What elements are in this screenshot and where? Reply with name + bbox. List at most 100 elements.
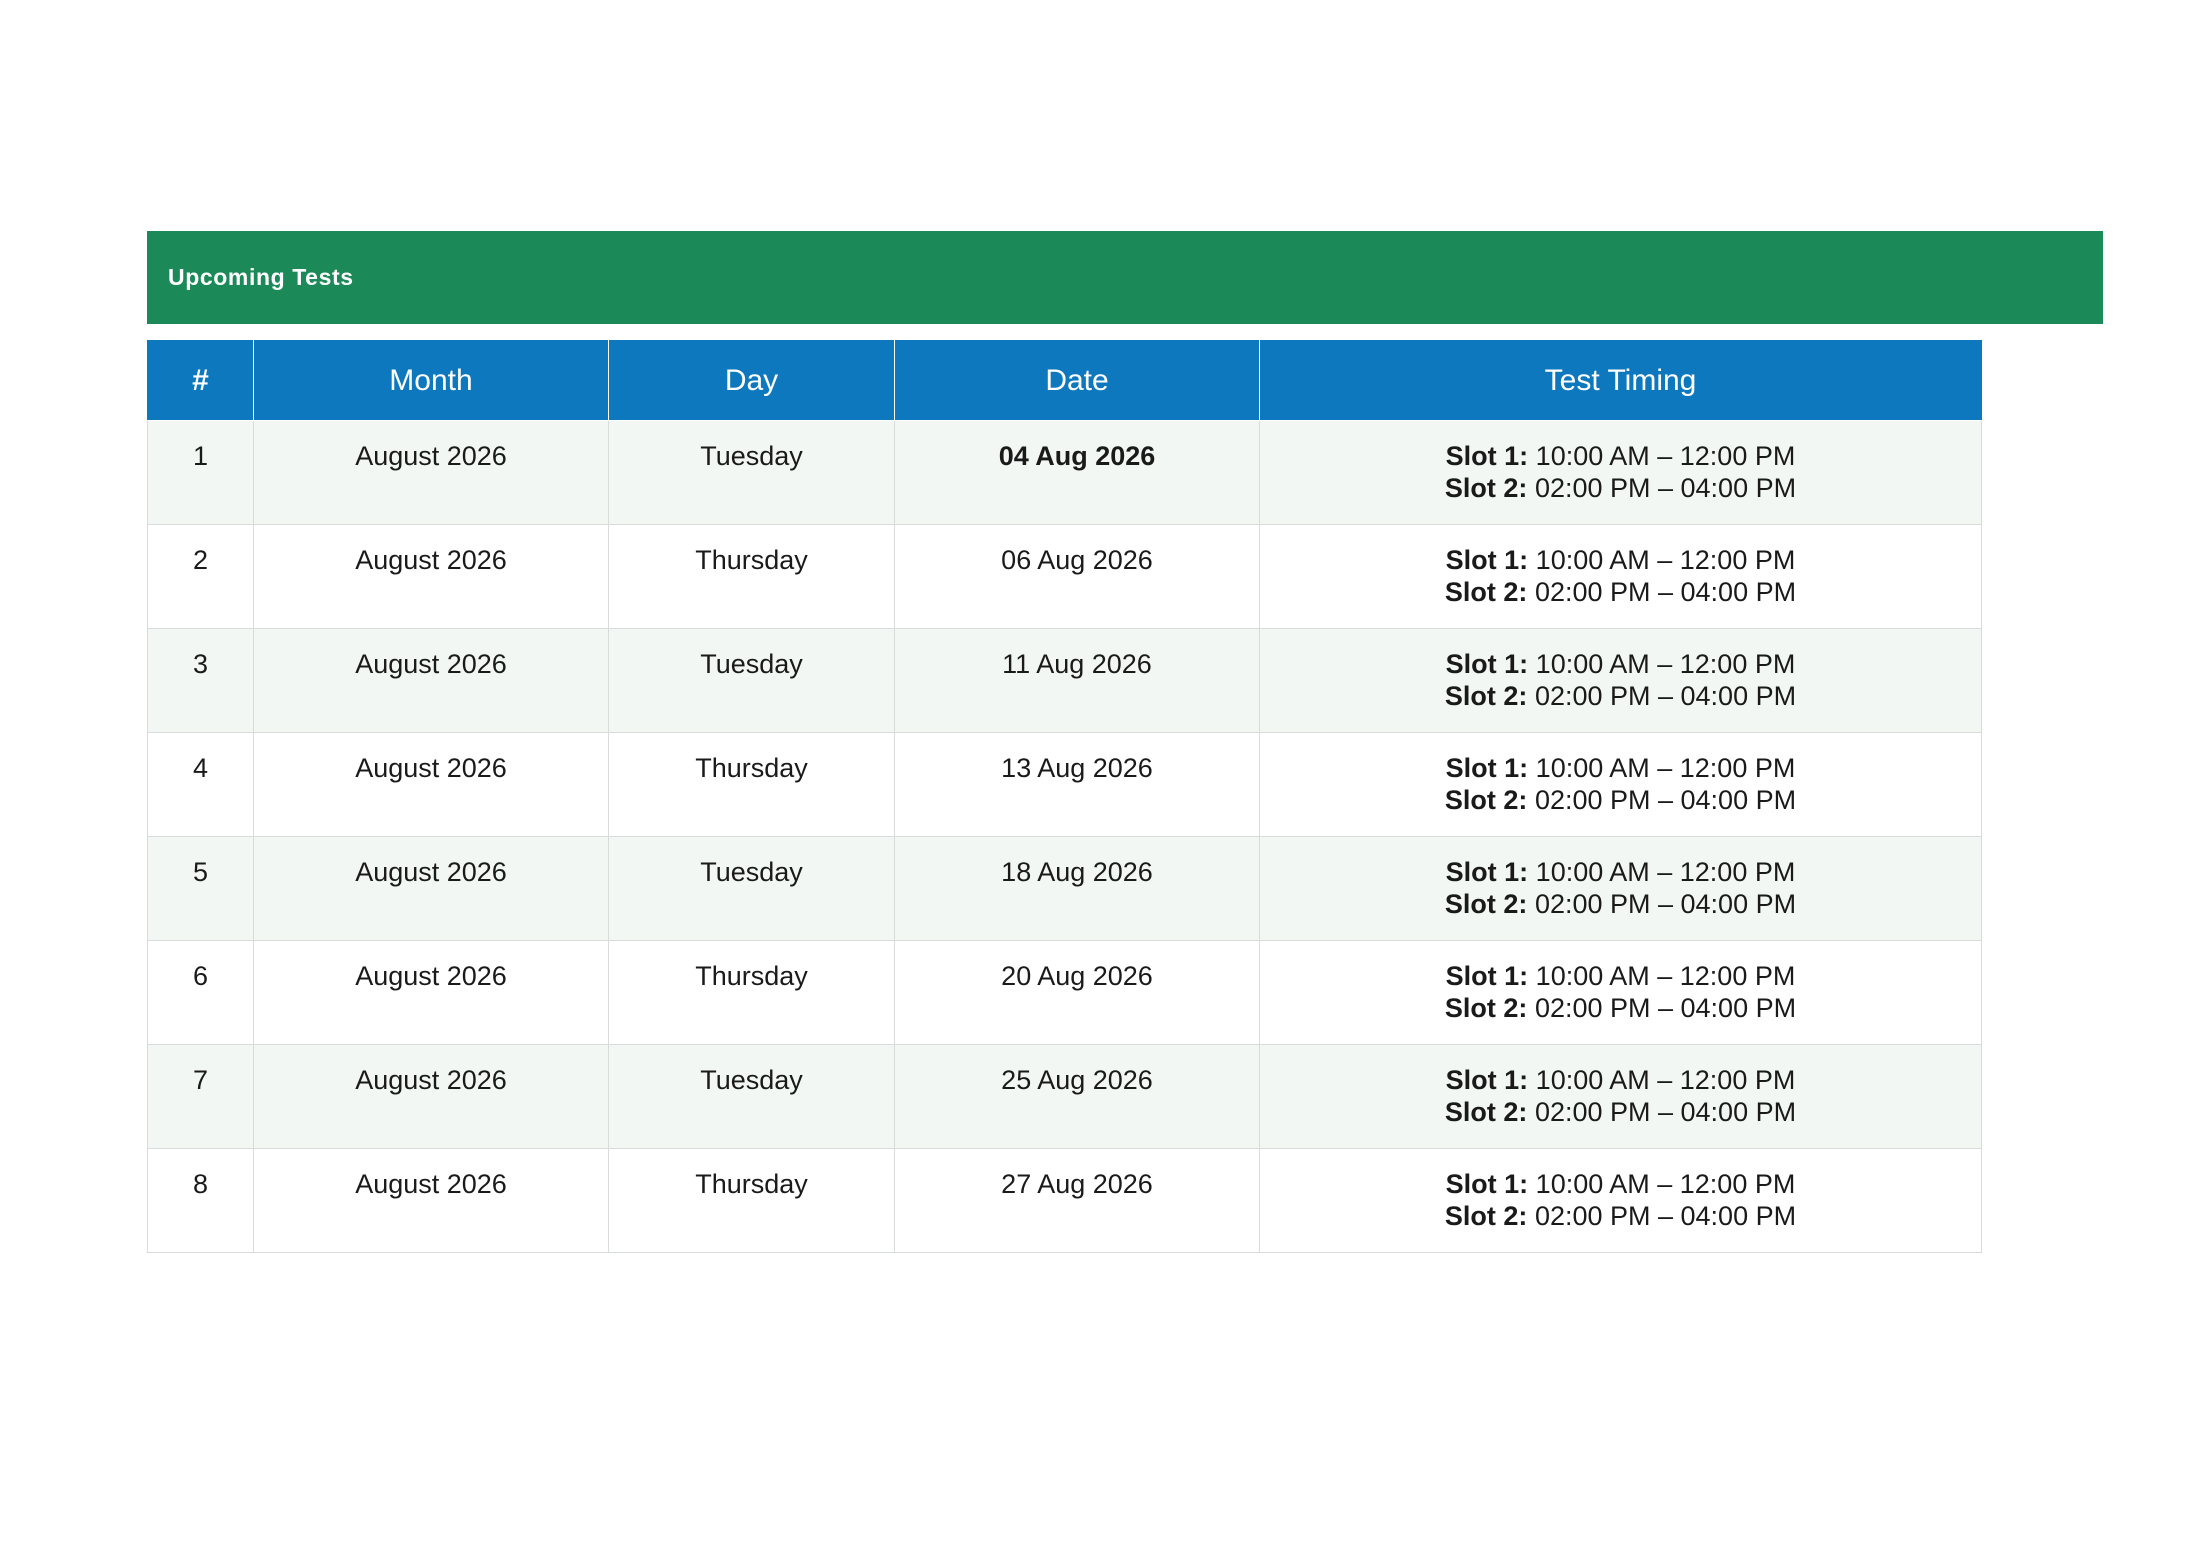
row-month: August 2026 (355, 649, 507, 679)
cell-month: August 2026 (253, 1148, 609, 1253)
row-number: 4 (192, 753, 209, 783)
slot-2-line: Slot 2: 02:00 PM – 04:00 PM (1260, 472, 1981, 504)
cell-test-timing: Slot 1: 10:00 AM – 12:00 PM Slot 2: 02:00… (1259, 940, 1982, 1045)
cell-month: August 2026 (253, 836, 609, 941)
slot-2-line: Slot 2: 02:00 PM – 04:00 PM (1260, 680, 1981, 712)
slot-2-line: Slot 2: 02:00 PM – 04:00 PM (1260, 576, 1981, 608)
slot-1-time: 10:00 AM – 12:00 PM (1535, 753, 1796, 783)
row-month: August 2026 (355, 753, 507, 783)
row-day: Tuesday (700, 1065, 803, 1095)
slot-1-label: Slot 1: (1445, 857, 1529, 887)
table-row: 1 August 2026 Tuesday 04 Aug 2026 Slot 1: 10… (147, 420, 1982, 525)
cell-test-timing: Slot 1: 10:00 AM – 12:00 PM Slot 2: 02:00… (1259, 628, 1982, 733)
slot-2-time: 02:00 PM – 04:00 PM (1534, 681, 1797, 711)
slot-2-time: 02:00 PM – 04:00 PM (1534, 1201, 1797, 1231)
table-row: 8 August 2026 Thursday 27 Aug 2026 Slot 1: 1… (147, 1148, 1982, 1253)
slot-1-label: Slot 1: (1445, 1169, 1529, 1199)
cell-month: August 2026 (253, 1044, 609, 1149)
table-row: 2 August 2026 Thursday 06 Aug 2026 Slot 1: 1… (147, 524, 1982, 629)
cell-test-timing: Slot 1: 10:00 AM – 12:00 PM Slot 2: 02:00… (1259, 524, 1982, 629)
slot-2-label: Slot 2: (1444, 785, 1528, 815)
cell-month: August 2026 (253, 732, 609, 837)
cell-number: 1 (147, 420, 254, 525)
cell-date: 13 Aug 2026 (894, 732, 1260, 837)
row-date: 20 Aug 2026 (1001, 961, 1153, 991)
cell-date: 18 Aug 2026 (894, 836, 1260, 941)
slot-1-line: Slot 1: 10:00 AM – 12:00 PM (1260, 440, 1981, 472)
slot-1-time: 10:00 AM – 12:00 PM (1535, 961, 1796, 991)
slot-1-time: 10:00 AM – 12:00 PM (1535, 545, 1796, 575)
cell-test-timing: Slot 1: 10:00 AM – 12:00 PM Slot 2: 02:00… (1259, 732, 1982, 837)
table-body: 1 August 2026 Tuesday 04 Aug 2026 Slot 1: 10… (147, 420, 1982, 1253)
cell-test-timing: Slot 1: 10:00 AM – 12:00 PM Slot 2: 02:00… (1259, 420, 1982, 525)
row-date: 25 Aug 2026 (1001, 1065, 1153, 1095)
cell-number: 6 (147, 940, 254, 1045)
column-header-month: Month (253, 340, 609, 421)
table-header-row: # Month Day Date Test Timing (147, 340, 1982, 421)
slot-1-line: Slot 1: 10:00 AM – 12:00 PM (1260, 960, 1981, 992)
slot-2-label: Slot 2: (1444, 1097, 1528, 1127)
cell-test-timing: Slot 1: 10:00 AM – 12:00 PM Slot 2: 02:00… (1259, 1148, 1982, 1253)
cell-month: August 2026 (253, 524, 609, 629)
cell-number: 3 (147, 628, 254, 733)
slot-2-label: Slot 2: (1444, 889, 1528, 919)
slot-2-time: 02:00 PM – 04:00 PM (1534, 993, 1797, 1023)
cell-month: August 2026 (253, 628, 609, 733)
table-row: 5 August 2026 Tuesday 18 Aug 2026 Slot 1: 10… (147, 836, 1982, 941)
slot-1-line: Slot 1: 10:00 AM – 12:00 PM (1260, 1168, 1981, 1200)
slot-1-time: 10:00 AM – 12:00 PM (1535, 1065, 1796, 1095)
table-row: 4 August 2026 Thursday 13 Aug 2026 Slot 1: 1… (147, 732, 1982, 837)
row-date: 06 Aug 2026 (1001, 545, 1153, 575)
table-row: 7 August 2026 Tuesday 25 Aug 2026 Slot 1: 10… (147, 1044, 1982, 1149)
row-date: 11 Aug 2026 (1002, 649, 1152, 679)
section-title: Upcoming Tests (168, 264, 354, 290)
row-number: 7 (192, 1065, 209, 1095)
slot-2-line: Slot 2: 02:00 PM – 04:00 PM (1260, 1096, 1981, 1128)
slot-1-label: Slot 1: (1445, 961, 1529, 991)
column-header-number: # (147, 340, 254, 421)
row-number: 6 (192, 961, 209, 991)
cell-test-timing: Slot 1: 10:00 AM – 12:00 PM Slot 2: 02:00… (1259, 836, 1982, 941)
slot-1-label: Slot 1: (1445, 753, 1529, 783)
slot-1-time: 10:00 AM – 12:00 PM (1535, 649, 1796, 679)
slot-1-time: 10:00 AM – 12:00 PM (1535, 1169, 1796, 1199)
row-month: August 2026 (355, 441, 507, 471)
row-month: August 2026 (355, 961, 507, 991)
cell-number: 8 (147, 1148, 254, 1253)
slot-2-time: 02:00 PM – 04:00 PM (1534, 1097, 1797, 1127)
row-day: Thursday (695, 545, 808, 575)
row-month: August 2026 (355, 1065, 507, 1095)
row-date: 27 Aug 2026 (1001, 1169, 1153, 1199)
cell-day: Thursday (608, 940, 895, 1045)
cell-day: Thursday (608, 732, 895, 837)
row-number: 8 (192, 1169, 209, 1199)
column-header-test-timing: Test Timing (1259, 340, 1982, 421)
tests-table: # Month Day Date Test Timing 1 August 202… (147, 340, 1982, 1253)
row-month: August 2026 (355, 545, 507, 575)
slot-1-label: Slot 1: (1445, 649, 1529, 679)
cell-number: 2 (147, 524, 254, 629)
cell-date: 20 Aug 2026 (894, 940, 1260, 1045)
row-day: Thursday (695, 961, 808, 991)
slot-2-time: 02:00 PM – 04:00 PM (1534, 889, 1797, 919)
slot-2-line: Slot 2: 02:00 PM – 04:00 PM (1260, 784, 1981, 816)
row-day: Thursday (695, 753, 808, 783)
row-day: Thursday (695, 1169, 808, 1199)
row-day: Tuesday (700, 441, 803, 471)
slot-1-time: 10:00 AM – 12:00 PM (1535, 857, 1796, 887)
slot-1-line: Slot 1: 10:00 AM – 12:00 PM (1260, 1064, 1981, 1096)
row-month: August 2026 (355, 857, 507, 887)
cell-month: August 2026 (253, 420, 609, 525)
row-number: 1 (192, 441, 209, 471)
slot-2-line: Slot 2: 02:00 PM – 04:00 PM (1260, 1200, 1981, 1232)
cell-day: Tuesday (608, 1044, 895, 1149)
row-number: 3 (192, 649, 209, 679)
cell-day: Tuesday (608, 836, 895, 941)
cell-date: 04 Aug 2026 (894, 420, 1260, 525)
slot-2-line: Slot 2: 02:00 PM – 04:00 PM (1260, 888, 1981, 920)
slot-1-label: Slot 1: (1445, 545, 1529, 575)
cell-number: 7 (147, 1044, 254, 1149)
slot-2-label: Slot 2: (1444, 577, 1528, 607)
cell-date: 11 Aug 2026 (894, 628, 1260, 733)
row-date: 18 Aug 2026 (1001, 857, 1153, 887)
